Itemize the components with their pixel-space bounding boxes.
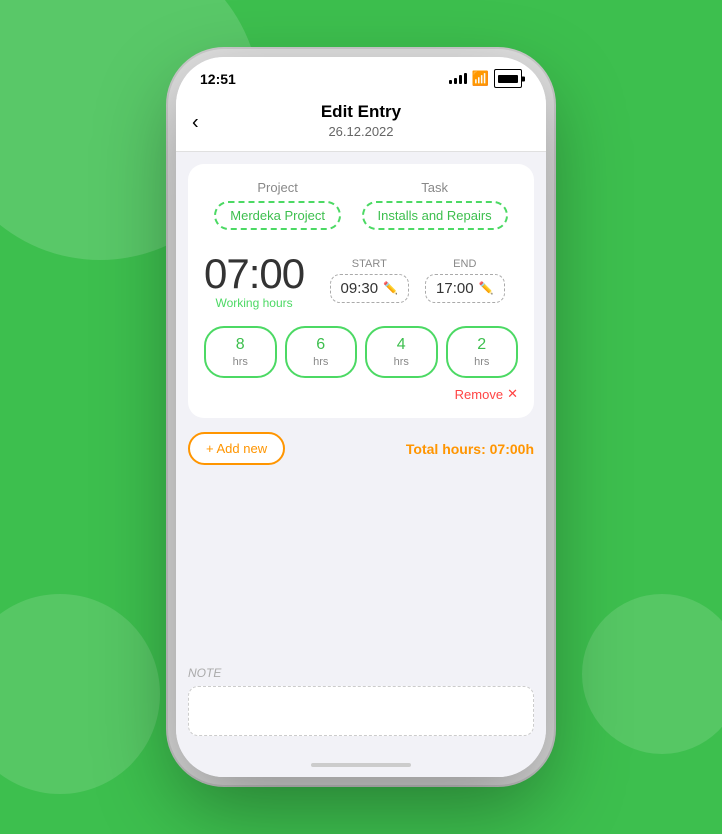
- total-hours-display: Total hours: 07:00h: [406, 441, 534, 457]
- header: ‹ Edit Entry 26.12.2022: [176, 94, 546, 151]
- end-label: END: [453, 258, 476, 270]
- hour-button-2[interactable]: 2 hrs: [446, 326, 519, 378]
- note-section: NOTE: [176, 658, 546, 753]
- status-time: 12:51: [200, 71, 236, 87]
- project-tag[interactable]: Merdeka Project: [214, 201, 341, 230]
- hour-button-6[interactable]: 6 hrs: [285, 326, 358, 378]
- end-edit-icon: ✏️: [479, 281, 494, 295]
- hour-button-8[interactable]: 8 hrs: [204, 326, 277, 378]
- battery-icon: [494, 69, 522, 88]
- hour-button-4[interactable]: 4 hrs: [365, 326, 438, 378]
- end-time-field: END 17:00 ✏️: [425, 258, 505, 303]
- empty-space: [188, 479, 534, 646]
- phone-frame: 12:51 📶 ‹ Edit Entry 26.12.2022: [176, 57, 546, 777]
- project-task-row: Project Merdeka Project Task Installs an…: [204, 180, 518, 230]
- remove-button[interactable]: Remove ✕: [455, 386, 518, 402]
- note-textarea[interactable]: [188, 686, 534, 736]
- working-hours-label: Working hours: [215, 296, 292, 310]
- end-time-value[interactable]: 17:00 ✏️: [425, 274, 505, 303]
- status-icons: 📶: [449, 69, 522, 88]
- start-time-field: START 09:30 ✏️: [330, 258, 410, 303]
- wifi-icon: 📶: [472, 70, 489, 87]
- start-time-value[interactable]: 09:30 ✏️: [330, 274, 410, 303]
- signal-icon: [449, 73, 467, 84]
- note-label: NOTE: [188, 666, 534, 680]
- task-column: Task Installs and Repairs: [362, 180, 508, 230]
- status-bar: 12:51 📶: [176, 57, 546, 94]
- main-time-display: 07:00 Working hours: [204, 250, 304, 310]
- project-label: Project: [257, 180, 297, 195]
- project-column: Project Merdeka Project: [214, 180, 341, 230]
- hour-buttons-row: 8 hrs 6 hrs 4 hrs 2 hrs: [204, 326, 518, 378]
- action-row: + Add new Total hours: 07:00h: [188, 428, 534, 469]
- time-block: 07:00 Working hours START 09:30 ✏️ END: [204, 242, 518, 314]
- entry-card: Project Merdeka Project Task Installs an…: [188, 164, 534, 418]
- main-content: Project Merdeka Project Task Installs an…: [176, 152, 546, 658]
- bg-circle-bottom-right: [582, 594, 722, 754]
- start-label: START: [352, 258, 387, 270]
- start-end-block: START 09:30 ✏️ END 17:00 ✏️: [316, 258, 518, 303]
- task-tag[interactable]: Installs and Repairs: [362, 201, 508, 230]
- bg-circle-bottom-left: [0, 594, 160, 794]
- back-button[interactable]: ‹: [192, 111, 199, 134]
- remove-icon: ✕: [507, 386, 518, 402]
- start-edit-icon: ✏️: [383, 281, 398, 295]
- home-bar: [311, 763, 411, 767]
- main-time-value: 07:00: [204, 250, 304, 298]
- task-label: Task: [421, 180, 448, 195]
- remove-row: Remove ✕: [204, 386, 518, 402]
- header-date: 26.12.2022: [192, 124, 530, 139]
- add-new-button[interactable]: + Add new: [188, 432, 285, 465]
- page-title: Edit Entry: [192, 102, 530, 122]
- home-indicator: [176, 753, 546, 777]
